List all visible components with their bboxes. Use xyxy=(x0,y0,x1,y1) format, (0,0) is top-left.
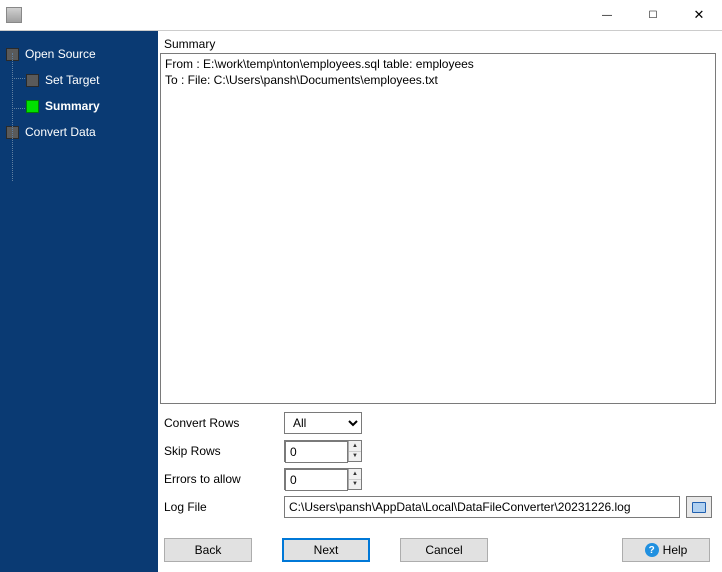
skip-rows-label: Skip Rows xyxy=(164,444,284,458)
help-button[interactable]: ? Help xyxy=(622,538,710,562)
step-open-source[interactable]: Open Source xyxy=(6,41,158,67)
next-button-label: Next xyxy=(314,543,339,557)
main-panel: Summary From : E:\work\temp\nton\employe… xyxy=(158,31,722,572)
back-button-label: Back xyxy=(195,543,222,557)
step-summary[interactable]: Summary xyxy=(6,93,158,119)
step-label: Open Source xyxy=(25,47,96,61)
errors-allow-input[interactable] xyxy=(285,469,348,491)
skip-rows-spinner[interactable]: ▲ ▼ xyxy=(284,440,362,462)
minimize-button[interactable]: ― xyxy=(584,0,630,30)
close-button[interactable]: ✕ xyxy=(676,0,722,30)
cancel-button-label: Cancel xyxy=(425,543,462,557)
log-file-row: Log File xyxy=(164,496,712,518)
maximize-button[interactable]: ☐ xyxy=(630,0,676,30)
content: Open Source Set Target Summary Convert D… xyxy=(0,30,722,572)
step-node-icon xyxy=(26,100,39,113)
next-button[interactable]: Next xyxy=(282,538,370,562)
convert-rows-label: Convert Rows xyxy=(164,416,284,430)
sidebar: Open Source Set Target Summary Convert D… xyxy=(0,31,158,572)
folder-icon xyxy=(692,502,706,513)
spinner-up-icon[interactable]: ▲ xyxy=(349,469,361,480)
app-icon xyxy=(6,7,22,23)
convert-rows-select[interactable]: All xyxy=(284,412,362,434)
summary-section: Summary From : E:\work\temp\nton\employe… xyxy=(160,37,716,404)
log-file-input[interactable] xyxy=(284,496,680,518)
step-convert-data[interactable]: Convert Data xyxy=(6,119,158,145)
step-label: Summary xyxy=(45,99,100,113)
skip-rows-input[interactable] xyxy=(285,441,348,463)
summary-heading: Summary xyxy=(160,37,716,53)
convert-rows-row: Convert Rows All xyxy=(164,412,712,434)
settings: Convert Rows All Skip Rows ▲ ▼ Errors to… xyxy=(160,404,716,528)
cancel-button[interactable]: Cancel xyxy=(400,538,488,562)
skip-rows-row: Skip Rows ▲ ▼ xyxy=(164,440,712,462)
step-set-target[interactable]: Set Target xyxy=(6,67,158,93)
log-file-label: Log File xyxy=(164,500,284,514)
back-button[interactable]: Back xyxy=(164,538,252,562)
summary-textarea[interactable]: From : E:\work\temp\nton\employees.sql t… xyxy=(160,53,716,404)
errors-allow-label: Errors to allow xyxy=(164,472,284,486)
spinner-down-icon[interactable]: ▼ xyxy=(349,452,361,462)
help-icon: ? xyxy=(645,543,659,557)
errors-allow-row: Errors to allow ▲ ▼ xyxy=(164,468,712,490)
button-bar: Back Next Cancel ? Help xyxy=(160,528,716,566)
spinner-up-icon[interactable]: ▲ xyxy=(349,441,361,452)
log-file-browse-button[interactable] xyxy=(686,496,712,518)
errors-allow-spinner[interactable]: ▲ ▼ xyxy=(284,468,362,490)
step-label: Set Target xyxy=(45,73,99,87)
step-node-icon xyxy=(26,74,39,87)
spinner-down-icon[interactable]: ▼ xyxy=(349,480,361,490)
help-button-label: Help xyxy=(663,543,688,557)
step-label: Convert Data xyxy=(25,125,96,139)
titlebar: ― ☐ ✕ xyxy=(0,0,722,30)
